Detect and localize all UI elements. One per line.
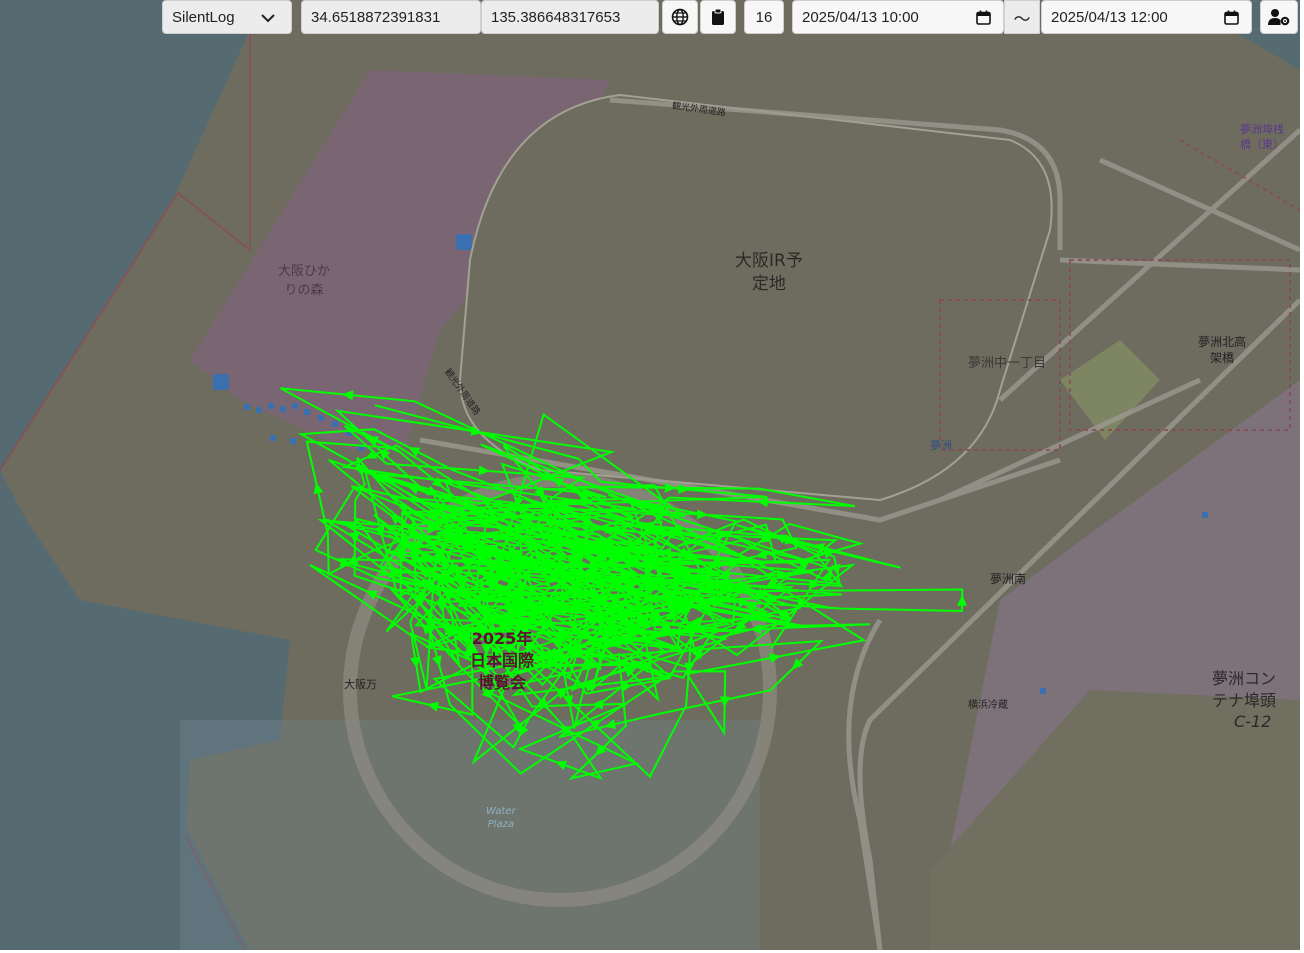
source-select[interactable]: SilentLog: [162, 0, 292, 34]
longitude-value: 135.386648317653: [491, 8, 621, 26]
zoom-value: 16: [755, 8, 773, 26]
yumeshima-bridge-east-label: 夢洲埠桟 橋（東）: [1240, 123, 1284, 151]
ir-site-label: 大阪IR予 定地: [735, 251, 803, 294]
user-settings-button[interactable]: [1260, 0, 1298, 34]
expo-label: 2025年 日本国際 博覧会: [470, 629, 535, 692]
longitude-input[interactable]: 135.386648317653: [481, 0, 659, 34]
container-code-label: C-12: [1234, 712, 1272, 731]
globe-icon: [671, 8, 689, 26]
ir-site-area: [458, 93, 1053, 502]
map-canvas[interactable]: [0, 0, 1300, 950]
range-separator: 〜: [1004, 0, 1040, 34]
globe-button[interactable]: [662, 0, 698, 34]
range-separator-text: 〜: [1013, 9, 1031, 29]
yumeshima-label: 夢洲: [930, 439, 952, 452]
end-datetime-input[interactable]: 2025/04/13 12:00: [1041, 0, 1252, 34]
zoom-level[interactable]: 16: [744, 0, 784, 34]
calendar-icon: [976, 10, 991, 25]
south-water-pattern: [180, 720, 760, 950]
toolbar: SilentLog 34.6518872391831 135.386648317…: [0, 0, 1304, 36]
clipboard-icon: [712, 8, 724, 25]
yokohama-label: 横浜冷蔵: [968, 700, 1008, 711]
start-datetime-value: 2025/04/13 10:00: [802, 8, 919, 26]
latitude-input[interactable]: 34.6518872391831: [301, 0, 481, 34]
map-view[interactable]: 大阪IR予 定地 大阪ひか りの森 観光外周道路 観光外周道路 夢洲中一丁目 夢…: [0, 0, 1300, 950]
source-select-value: SilentLog: [172, 8, 235, 26]
yumeshima-minami-label: 夢洲南: [990, 572, 1027, 586]
water-plaza-label: Water Plaza: [486, 806, 516, 830]
clipboard-button[interactable]: [700, 0, 736, 34]
calendar-icon: [1224, 10, 1239, 25]
end-datetime-value: 2025/04/13 12:00: [1051, 8, 1168, 26]
osaka-expo-small-label: 大阪万: [344, 678, 377, 691]
chevron-down-icon: [261, 14, 275, 23]
start-datetime-input[interactable]: 2025/04/13 10:00: [792, 0, 1004, 34]
yumeshima-naka-label: 夢洲中一丁目: [968, 356, 1047, 371]
user-settings-icon: [1268, 9, 1290, 26]
container-terminal-label: 夢洲コン テナ埠頭: [1212, 669, 1277, 710]
yumeshima-north-bridge-label: 夢洲北高 架橋: [1198, 335, 1247, 365]
latitude-value: 34.6518872391831: [311, 8, 441, 26]
hikari-forest-label: 大阪ひか りの森: [278, 264, 331, 298]
